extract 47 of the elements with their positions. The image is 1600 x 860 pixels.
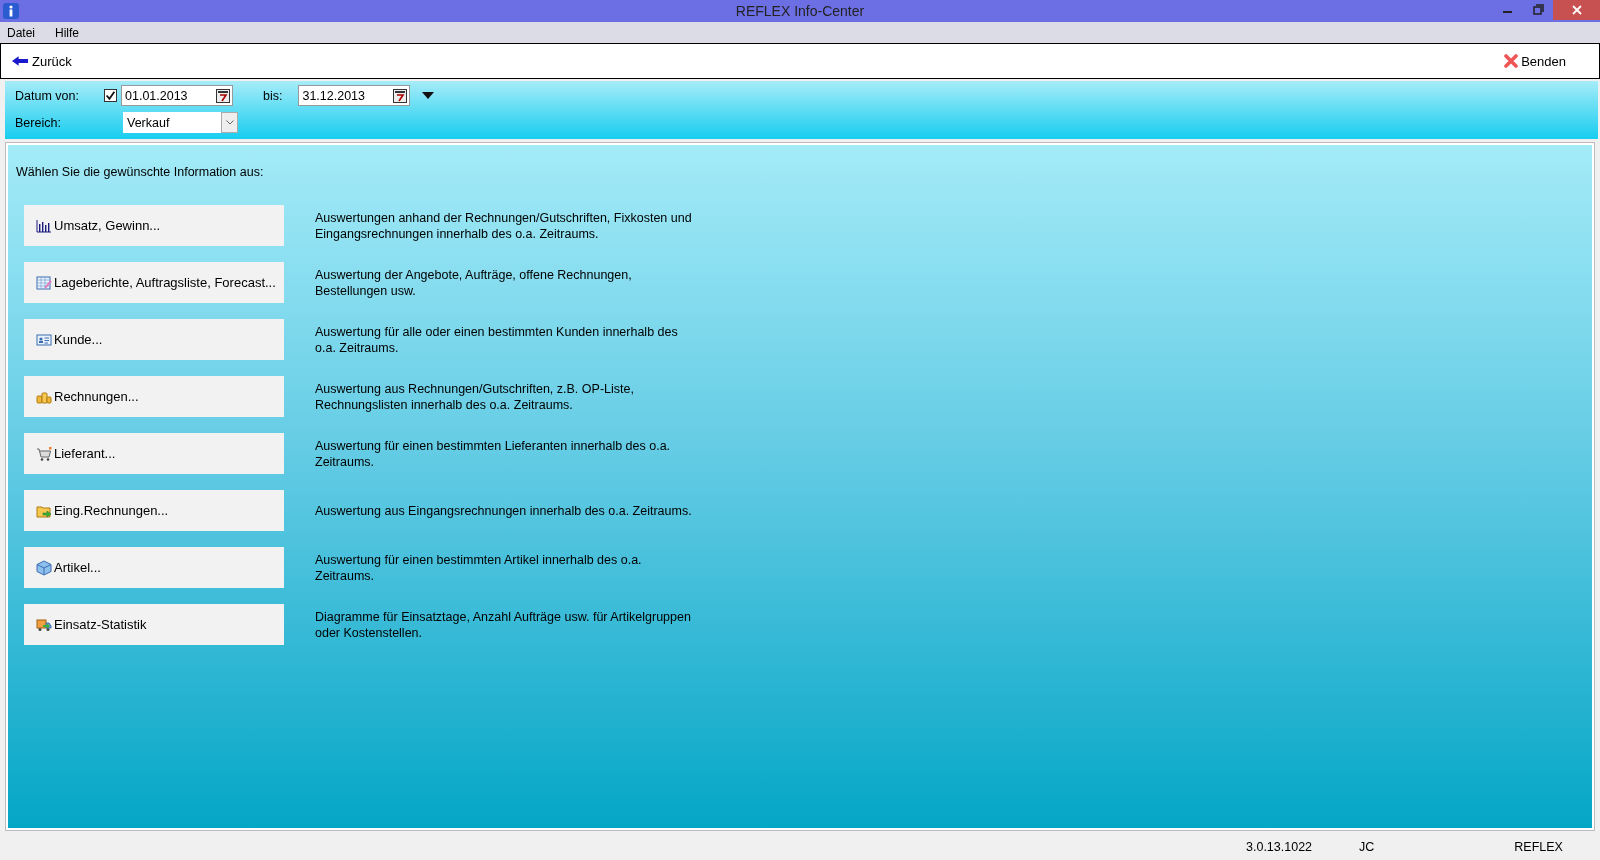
option-description: Auswertung für einen bestimmten Artikel innerhalb des o.a. Zeitraums.: [315, 551, 643, 584]
date-field[interactable]: 01.01.2013: [121, 85, 233, 106]
checkbox[interactable]: [104, 89, 117, 102]
truck-icon: [36, 616, 52, 633]
menu-item[interactable]: Datei: [4, 25, 38, 40]
left-arrow-icon: [12, 56, 29, 66]
calendar-icon[interactable]: [393, 88, 408, 103]
close-icon: [1571, 5, 1582, 15]
option-button[interactable]: Rechnungen...: [24, 376, 284, 417]
back-button[interactable]: Zurück: [9, 51, 75, 71]
option-description: Auswertung für alle oder einen bestimmten Kunden innerhalb des o.a. Zeitraums.: [315, 323, 679, 356]
status-text: 3.0.13.1022: [1246, 840, 1313, 854]
date-field[interactable]: 31.12.2013: [298, 85, 411, 106]
option-button[interactable]: Artikel...: [24, 547, 284, 588]
close-button[interactable]: [1553, 0, 1600, 20]
field-label: Datum von:: [15, 88, 80, 103]
option-description: Auswertung für einen bestimmten Lieferanten innerhalb des o.a. Zeitraums.: [315, 437, 672, 470]
option-button[interactable]: Einsatz-Statistik: [24, 604, 284, 645]
option-button[interactable]: Umsatz, Gewinn...: [24, 205, 284, 246]
window-title: REFLEX Info-Center: [734, 3, 866, 19]
shopping-cart-icon: [36, 445, 52, 462]
status-text: REFLEX: [1514, 840, 1563, 854]
bar-chart-icon: [36, 217, 52, 234]
field-label: bis:: [263, 88, 283, 103]
option-description: Auswertung der Angebote, Aufträge, offene Rechnungen, Bestellungen usw.: [315, 266, 633, 299]
option-button[interactable]: Lieferant...: [24, 433, 284, 474]
caret-icon: [225, 120, 234, 125]
option-description: Auswertungen anhand der Rechnungen/Gutschriften, Fixkosten und Eingangsrechnungen innerhalb des o.a. Zeitraums.: [315, 209, 693, 242]
option-description: Auswertung aus Rechnungen/Gutschriften, z.B. OP-Liste, Rechnungslisten innerhalb des o.a. Zeitraums.: [315, 380, 635, 413]
dropdown-arrow-icon[interactable]: [422, 92, 435, 99]
option-button[interactable]: Kunde...: [24, 319, 284, 360]
table-pencil-icon: [36, 274, 52, 291]
id-card-icon: [36, 331, 52, 348]
instruction-text: Wählen Sie die gewünschte Information aus:: [16, 165, 265, 179]
area-dropdown[interactable]: Verkauf: [123, 112, 238, 133]
field-label: Bereich:: [15, 115, 62, 130]
menu-item[interactable]: Hilfe: [52, 25, 83, 40]
cross-icon: [1504, 54, 1519, 68]
calendar-icon[interactable]: [216, 88, 230, 103]
option-button[interactable]: Lageberichte, Auftragsliste, Forecast...: [24, 262, 284, 303]
info-icon: [2, 2, 20, 20]
option-button[interactable]: Eing.Rechnungen...: [24, 490, 284, 531]
exit-button[interactable]: Benden: [1501, 51, 1569, 71]
option-description: Auswertung aus Eingangsrechnungen innerhalb des o.a. Zeitraums.: [315, 502, 693, 519]
cube-icon: [36, 559, 52, 576]
option-description: Diagramme für Einsatztage, Anzahl Aufträge usw. für Artikelgruppen oder Kostenstellen.: [315, 608, 692, 641]
status-text: JC: [1359, 840, 1375, 854]
